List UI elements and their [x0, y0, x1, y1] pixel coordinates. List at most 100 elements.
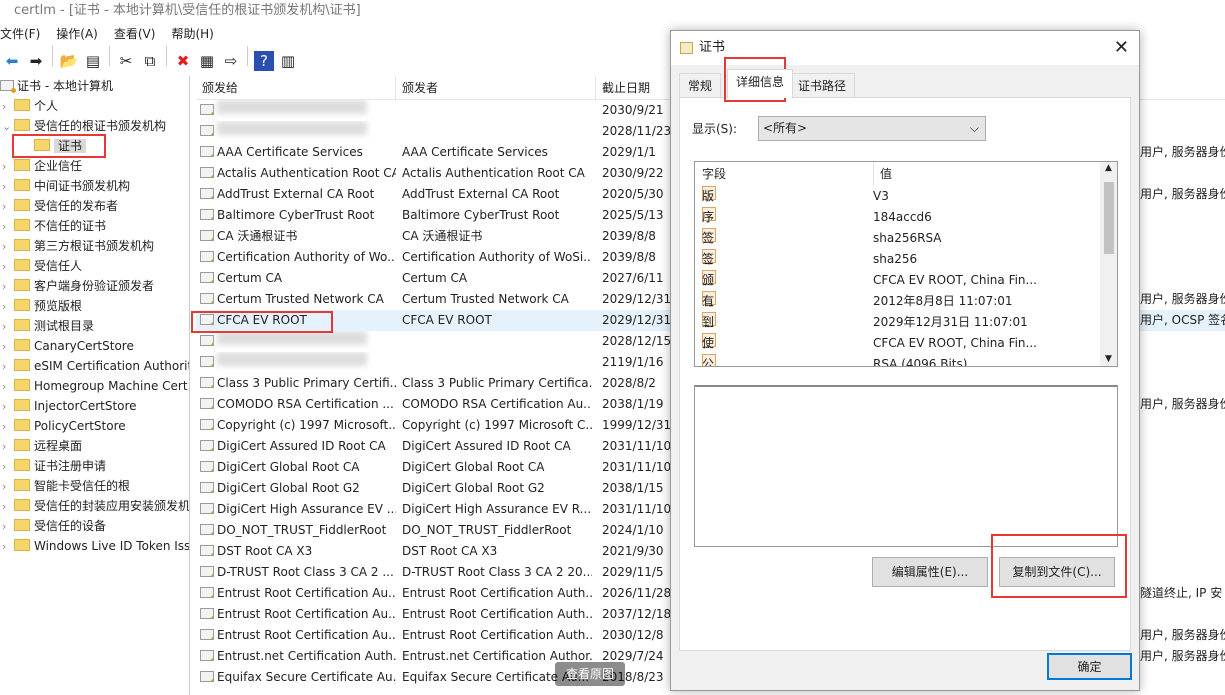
- chevron-right-icon[interactable]: ›: [2, 297, 14, 317]
- field-row[interactable]: 签名哈希算法sha256: [695, 249, 1117, 366]
- delete-icon[interactable]: ✖: [173, 51, 193, 71]
- chevron-right-icon[interactable]: ›: [2, 477, 14, 497]
- tree-item[interactable]: › 企业信任: [0, 156, 189, 176]
- scrollbar[interactable]: ▲ ▼: [1100, 162, 1117, 366]
- chevron-right-icon[interactable]: ›: [2, 317, 14, 337]
- folder-icon: [14, 539, 30, 551]
- tree-item[interactable]: › 中间证书颁发机构: [0, 176, 189, 196]
- tree-item[interactable]: › 受信任人: [0, 256, 189, 276]
- tree-item[interactable]: › 个人: [0, 96, 189, 116]
- show-dropdown[interactable]: <所有> ⌵: [758, 116, 986, 141]
- menu-item[interactable]: 查看(V): [114, 27, 156, 41]
- cell-issued-to: Baltimore CyberTrust Root: [200, 205, 396, 226]
- tree-item[interactable]: › 客户端身份验证颁发者: [0, 276, 189, 296]
- tree-item[interactable]: › 证书注册申请: [0, 456, 189, 476]
- tree-item[interactable]: › PolicyCertStore: [0, 416, 189, 436]
- certificate-icon: [200, 545, 214, 556]
- close-icon[interactable]: ✕: [1114, 31, 1129, 65]
- chevron-right-icon[interactable]: ›: [2, 357, 14, 377]
- up-folder-icon[interactable]: 📂: [59, 51, 79, 71]
- scroll-up-icon[interactable]: ▲: [1100, 163, 1117, 173]
- field-row[interactable]: 序列号184accd6: [695, 207, 1117, 266]
- scroll-thumb[interactable]: [1104, 182, 1114, 254]
- certificate-icon: [200, 440, 214, 451]
- tree-item[interactable]: › 受信任的封装应用安装颁发机: [0, 496, 189, 516]
- cell-issued-to: [200, 331, 396, 352]
- chevron-right-icon[interactable]: ›: [2, 277, 14, 297]
- tree-item[interactable]: › 受信任的发布者: [0, 196, 189, 216]
- redacted: [217, 352, 367, 366]
- chevron-right-icon[interactable]: ›: [2, 337, 14, 357]
- certificate-icon: [200, 272, 214, 283]
- tree-item[interactable]: › CanaryCertStore: [0, 336, 189, 356]
- tab-details[interactable]: 详细信息: [727, 69, 794, 98]
- scroll-down-icon[interactable]: ▼: [1100, 354, 1117, 364]
- chevron-right-icon[interactable]: ›: [2, 537, 14, 557]
- column-issued-by[interactable]: 颁发者: [396, 76, 596, 100]
- tree-item[interactable]: › eSIM Certification Authorit: [0, 356, 189, 376]
- cell-purpose: 用户, 服务器身份: [1140, 649, 1225, 663]
- menu-item[interactable]: 帮助(H): [171, 27, 213, 41]
- ok-button[interactable]: 确定: [1047, 653, 1132, 680]
- cell-issued-by: AAA Certificate Services: [402, 145, 548, 159]
- field-row[interactable]: 使用者CFCA EV ROOT, China Fin...: [695, 333, 1117, 366]
- tree-item[interactable]: › 测试根目录: [0, 316, 189, 336]
- chevron-right-icon[interactable]: ›: [2, 97, 14, 117]
- tree-item[interactable]: › Windows Live ID Token Iss: [0, 536, 189, 556]
- forward-icon[interactable]: ➡: [26, 51, 46, 71]
- chevron-right-icon[interactable]: ›: [2, 217, 14, 237]
- field-row[interactable]: 版本V3: [695, 186, 1117, 224]
- tab-cert-path[interactable]: 证书路径: [789, 73, 856, 97]
- folder-icon: [14, 159, 30, 171]
- menu-item[interactable]: 操作(A): [56, 27, 98, 41]
- cut-icon[interactable]: ✂: [116, 51, 136, 71]
- chevron-right-icon[interactable]: ›: [2, 417, 14, 437]
- help-icon[interactable]: ?: [254, 51, 274, 71]
- tree-item[interactable]: › 第三方根证书颁发机构: [0, 236, 189, 256]
- cell-issued-by: Entrust Root Certification Auth...: [402, 586, 592, 600]
- show-tree-icon[interactable]: ▤: [83, 51, 103, 71]
- cell-issued-by: Copyright (c) 1997 Microsoft C...: [402, 418, 592, 432]
- field-row[interactable]: 公钥RSA (4096 Bits): [695, 354, 1117, 366]
- cell-issued-to: [200, 121, 396, 142]
- properties-icon[interactable]: ▦: [197, 51, 217, 71]
- field-row[interactable]: 颁发者CFCA EV ROOT, China Fin...: [695, 270, 1117, 329]
- field-row[interactable]: 签名算法sha256RSA: [695, 228, 1117, 308]
- chevron-right-icon[interactable]: ›: [2, 257, 14, 277]
- chevron-right-icon[interactable]: ›: [2, 457, 14, 477]
- cell-issued-by: Actalis Authentication Root CA: [402, 166, 585, 180]
- back-icon[interactable]: ⬅: [2, 51, 22, 71]
- menu-item[interactable]: 文件(F): [0, 27, 40, 41]
- column-issued-to[interactable]: 颁发给: [196, 76, 396, 100]
- chevron-right-icon[interactable]: ›: [2, 157, 14, 177]
- copy-icon[interactable]: ⧉: [140, 51, 160, 71]
- tree-item[interactable]: › InjectorCertStore: [0, 396, 189, 416]
- tree-item[interactable]: › 受信任的设备: [0, 516, 189, 536]
- field-value-box[interactable]: [694, 385, 1118, 547]
- tree-item[interactable]: › 不信任的证书: [0, 216, 189, 236]
- tree-item[interactable]: › 智能卡受信任的根: [0, 476, 189, 496]
- export-icon[interactable]: ⇨: [221, 51, 241, 71]
- field-row[interactable]: 到 2029年12月31日 11:07:01: [695, 312, 1117, 333]
- chevron-right-icon[interactable]: ›: [2, 197, 14, 217]
- action-pane-icon[interactable]: ▥: [278, 51, 298, 71]
- chevron-right-icon[interactable]: ›: [2, 177, 14, 197]
- field-row[interactable]: 有效期从2012年8月8日 11:07:01: [695, 291, 1117, 366]
- folder-icon: [14, 419, 30, 431]
- tree-root[interactable]: 证书 - 本地计算机: [0, 76, 189, 96]
- tree-item[interactable]: › 远程桌面: [0, 436, 189, 456]
- chevron-right-icon[interactable]: ›: [2, 377, 14, 397]
- chevron-right-icon[interactable]: ›: [2, 237, 14, 257]
- chevron-right-icon[interactable]: ›: [2, 497, 14, 517]
- tree-item[interactable]: › 预览版根: [0, 296, 189, 316]
- cell-issued-by: D-TRUST Root Class 3 CA 2 20...: [402, 565, 592, 579]
- chevron-right-icon[interactable]: ›: [2, 517, 14, 537]
- tree-item[interactable]: ⌄ 受信任的根证书颁发机构: [0, 116, 189, 136]
- edit-properties-button[interactable]: 编辑属性(E)...: [872, 557, 988, 587]
- cell-issued-to: DigiCert Global Root CA: [200, 457, 396, 478]
- view-original-watermark[interactable]: 查看原图: [555, 662, 625, 686]
- chevron-right-icon[interactable]: ›: [2, 437, 14, 457]
- chevron-right-icon[interactable]: ›: [2, 397, 14, 417]
- tab-general[interactable]: 常规: [679, 73, 722, 97]
- tree-item[interactable]: › Homegroup Machine Cert: [0, 376, 189, 396]
